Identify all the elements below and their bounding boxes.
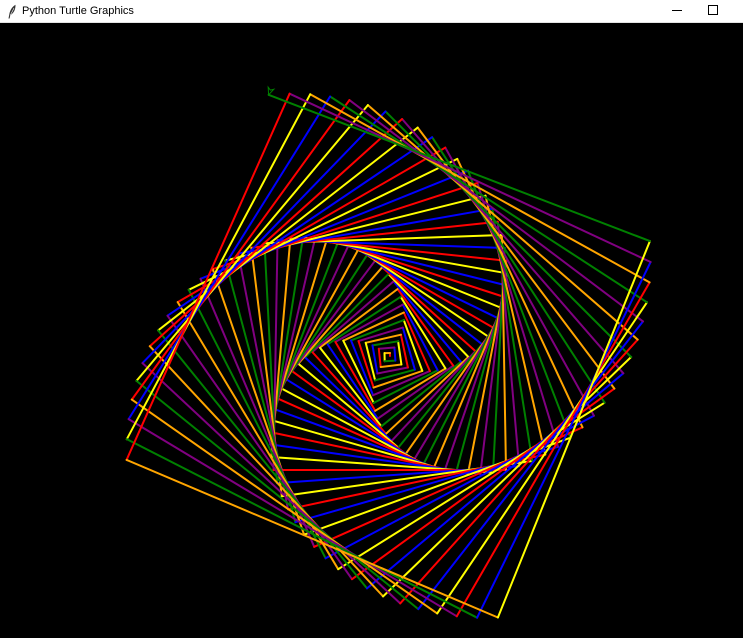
spiral-lines: [125, 92, 652, 619]
minimize-icon: [672, 2, 682, 20]
title-bar[interactable]: Python Turtle Graphics: [0, 0, 743, 23]
spiral-segment: [130, 99, 351, 401]
spiral-segment: [384, 110, 633, 358]
spiral-segment: [125, 92, 291, 461]
spiral-segment: [393, 346, 397, 362]
spiral-segment: [377, 347, 382, 368]
spiral-segment: [455, 281, 651, 618]
spiral-segment: [383, 359, 397, 363]
turtle-canvas[interactable]: [0, 23, 743, 638]
spiral-segment: [379, 363, 403, 368]
spiral-segment: [280, 387, 425, 465]
spiral-segment: [496, 240, 651, 619]
spiral-segment: [397, 340, 403, 366]
turtle-window: Python Turtle Graphics: [0, 0, 743, 638]
minimize-button[interactable]: [658, 0, 696, 22]
spiral-segment: [371, 340, 400, 347]
spiral-drawing: [125, 85, 652, 619]
spiral-segment: [326, 343, 379, 420]
feather-icon: [7, 4, 17, 19]
spiral-segment: [309, 93, 651, 284]
spiral-segment: [130, 398, 439, 615]
spiral-segment: [357, 248, 495, 329]
spiral-segment: [267, 93, 651, 243]
spiral-segment: [377, 346, 396, 350]
spiral-segment: [280, 248, 360, 390]
spiral-segment: [436, 301, 648, 615]
spiral-segment: [347, 244, 499, 320]
maximize-button[interactable]: [694, 0, 732, 22]
maximize-icon: [708, 2, 718, 20]
window-title: Python Turtle Graphics: [22, 5, 134, 17]
spiral-segment: [127, 418, 458, 618]
